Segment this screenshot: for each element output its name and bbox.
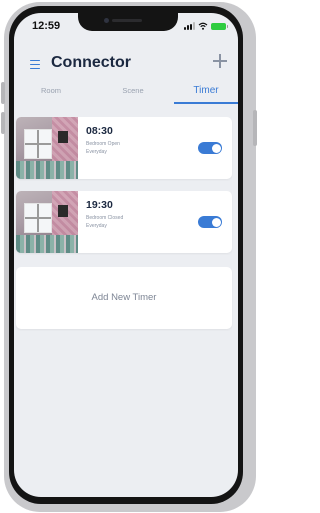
timer-toggle[interactable] <box>198 216 222 228</box>
timer-card[interactable]: 08:30 Bedroom Open Everyday <box>16 117 232 179</box>
status-time: 12:59 <box>32 20 61 32</box>
add-new-timer-button[interactable]: Add New Timer <box>16 267 232 329</box>
volume-down-button <box>1 112 5 134</box>
status-bar: 12:59 <box>14 13 238 37</box>
timer-repeat: Everyday <box>86 223 107 229</box>
page-title: Connector <box>51 54 131 71</box>
active-tab-indicator <box>174 102 238 104</box>
plus-icon[interactable] <box>213 54 227 68</box>
room-thumbnail <box>16 117 78 179</box>
signal-icon <box>184 22 195 30</box>
tab-bar: Room Scene Timer <box>14 83 238 105</box>
timer-repeat: Everyday <box>86 149 107 155</box>
status-icons <box>184 22 228 30</box>
menu-icon[interactable] <box>30 60 40 69</box>
tab-scene[interactable]: Scene <box>96 83 170 105</box>
timer-toggle[interactable] <box>198 142 222 154</box>
app-screen: 12:59 Connector Room Scene Timer 08:30 B… <box>14 13 238 497</box>
timer-time: 08:30 <box>86 125 113 137</box>
battery-icon <box>211 23 228 30</box>
app-header: Connector <box>14 51 238 77</box>
volume-up-button <box>1 82 5 104</box>
tab-room[interactable]: Room <box>14 83 88 105</box>
timer-name: Bedroom Open <box>86 141 120 147</box>
room-thumbnail <box>16 191 78 253</box>
power-button <box>253 110 257 146</box>
timer-name: Bedroom Closed <box>86 215 124 221</box>
timer-card[interactable]: 19:30 Bedroom Closed Everyday <box>16 191 232 253</box>
wifi-icon <box>198 22 208 30</box>
timer-time: 19:30 <box>86 199 113 211</box>
